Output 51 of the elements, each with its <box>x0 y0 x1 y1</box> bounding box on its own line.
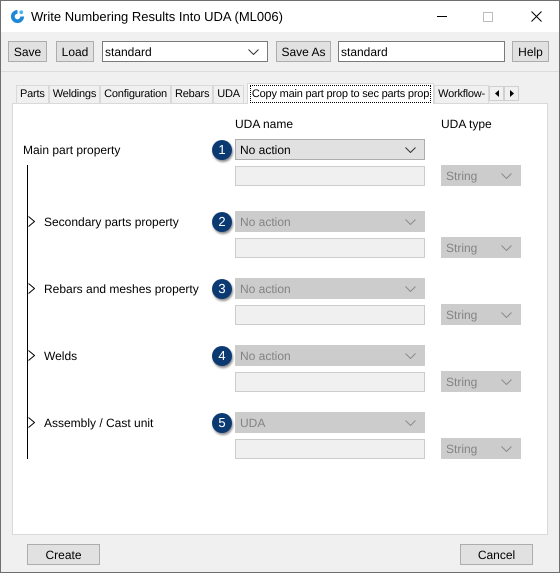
section-label: Welds <box>44 348 78 364</box>
chevron-down-icon <box>501 244 512 250</box>
step-number-badge: 1 <box>212 140 232 160</box>
help-button[interactable]: Help <box>512 41 549 62</box>
tab[interactable]: UDA <box>213 85 244 103</box>
uda-name-field[interactable] <box>235 438 425 458</box>
uda-name-field[interactable] <box>235 238 425 258</box>
uda-name-field[interactable] <box>235 372 425 392</box>
tab[interactable]: Weldings <box>48 85 100 103</box>
chevron-down-icon <box>405 218 416 224</box>
step-number-badge: 4 <box>212 346 232 366</box>
save-as-button[interactable]: Save As <box>276 41 331 62</box>
column-header: UDA type <box>441 116 492 131</box>
column-header: UDA name <box>235 116 294 131</box>
load-button[interactable]: Load <box>56 41 94 62</box>
tab[interactable]: Parts <box>16 85 49 103</box>
tab[interactable]: Configuration <box>100 85 171 103</box>
save-button[interactable]: Save <box>8 41 47 62</box>
cancel-button[interactable]: Cancel <box>460 544 533 565</box>
section-label: Assembly / Cast unit <box>44 414 154 432</box>
chevron-down-icon <box>501 446 512 452</box>
tab[interactable]: Rebars <box>170 85 214 103</box>
section-label: Rebars and meshes property <box>44 280 199 298</box>
left-arrow-icon <box>494 90 499 97</box>
chevron-down-icon <box>405 420 416 426</box>
chevron-down-icon <box>501 172 512 178</box>
dropdown[interactable]: No action <box>235 139 425 160</box>
chevron-down-icon <box>405 286 416 292</box>
step-number-badge: 2 <box>212 212 232 232</box>
create-button[interactable]: Create <box>27 544 100 565</box>
step-number-badge: 5 <box>212 412 232 432</box>
scroll-left-button[interactable] <box>489 86 504 101</box>
app-logo-icon <box>10 9 25 24</box>
tab[interactable]: Workflow- <box>434 85 490 103</box>
uda-name-field[interactable] <box>235 304 425 324</box>
preset-dropdown[interactable]: standard <box>102 41 268 62</box>
chevron-down-icon <box>248 48 259 54</box>
save-as-name-field[interactable]: standard <box>338 41 505 62</box>
step-number-badge: 3 <box>212 278 232 298</box>
uda-name-field[interactable] <box>235 166 425 186</box>
window-title: Write Numbering Results Into UDA (ML006) <box>31 8 283 26</box>
section-label: Secondary parts property <box>44 214 179 230</box>
tab[interactable]: Copy main part prop to sec parts prop <box>246 83 434 104</box>
section-label: Main part property <box>23 142 122 158</box>
chevron-down-icon <box>501 312 512 318</box>
close-icon[interactable] <box>531 11 542 22</box>
chevron-down-icon <box>501 378 512 384</box>
right-arrow-icon <box>510 90 514 97</box>
chevron-down-icon <box>405 146 416 152</box>
chevron-down-icon <box>405 352 416 358</box>
scroll-right-button[interactable] <box>504 86 520 101</box>
